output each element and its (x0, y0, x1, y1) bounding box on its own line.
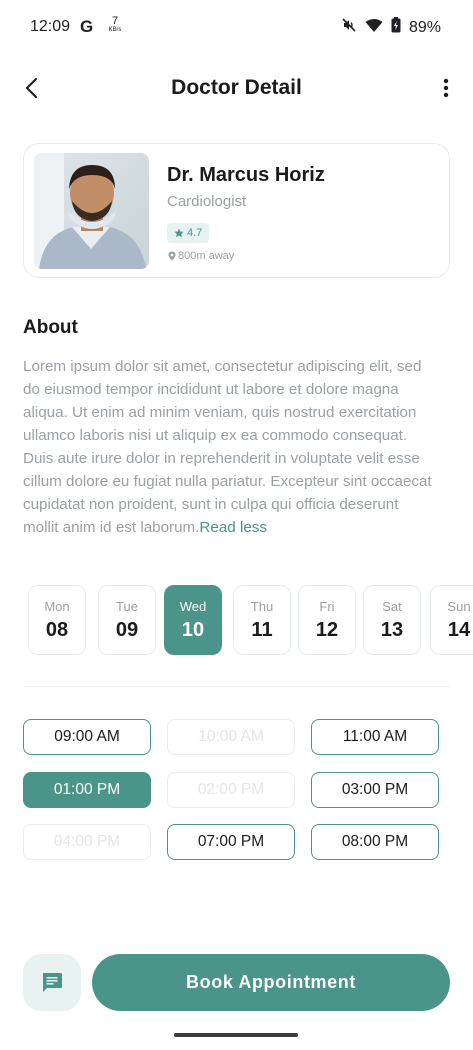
network-speed-value: 7 (111, 15, 119, 27)
star-icon (174, 228, 184, 238)
date-selector: Mon 08 Tue 09 Wed 10 Thu 11 Fri 12 Sat 1… (28, 585, 473, 655)
day-chip[interactable]: Mon 08 (28, 585, 86, 655)
day-chip[interactable]: Sat 13 (363, 585, 421, 655)
day-chip[interactable]: Fri 12 (298, 585, 356, 655)
time-slot[interactable]: 07:00 PM (167, 824, 295, 860)
day-date: 10 (181, 619, 205, 641)
doctor-photo (34, 153, 149, 269)
read-less-link[interactable]: Read less (199, 519, 267, 536)
day-chip[interactable]: Wed 10 (164, 585, 222, 655)
day-chip[interactable]: Tue 09 (98, 585, 156, 655)
google-icon: G (80, 17, 94, 36)
day-date: 08 (45, 619, 69, 641)
day-name: Sun (447, 599, 471, 614)
day-date: 12 (315, 619, 339, 641)
chat-icon (43, 973, 62, 992)
day-name: Tue (116, 599, 138, 614)
time-slot: 02:00 PM (167, 772, 295, 808)
chat-button[interactable] (23, 954, 81, 1011)
divider (23, 686, 450, 687)
more-options-button[interactable] (439, 76, 453, 100)
day-name: Sat (382, 599, 402, 614)
battery-percent: 89% (408, 18, 441, 36)
battery-icon (391, 17, 401, 38)
day-name: Fri (319, 599, 335, 614)
app-bar: Doctor Detail (0, 66, 473, 112)
day-chip[interactable]: Sun 14 (430, 585, 473, 655)
time-slot: 10:00 AM (167, 719, 295, 755)
about-body: Lorem ipsum dolor sit amet, consectetur … (23, 358, 432, 536)
doctor-card: Dr. Marcus Horiz Cardiologist 4.7 800m a… (23, 143, 450, 278)
doctor-name: Dr. Marcus Horiz (167, 164, 325, 186)
distance: 800m away (168, 250, 234, 262)
day-date: 11 (251, 619, 273, 641)
day-chip[interactable]: Thu 11 (233, 585, 291, 655)
time-slot[interactable]: 03:00 PM (311, 772, 439, 808)
more-vert-icon (443, 78, 449, 98)
time-slot[interactable]: 11:00 AM (311, 719, 439, 755)
status-bar: 12:09 G 7 KB/s 89% (0, 0, 473, 56)
day-date: 09 (115, 619, 139, 641)
mute-icon (341, 17, 357, 38)
network-speed-unit: KB/s (108, 27, 122, 33)
about-text: Lorem ipsum dolor sit amet, consectetur … (23, 355, 438, 539)
day-name: Mon (44, 599, 70, 614)
book-appointment-button[interactable]: Book Appointment (92, 954, 450, 1011)
rating-value: 4.7 (187, 227, 203, 239)
status-indicators: 89% (341, 17, 441, 38)
home-indicator[interactable] (174, 1033, 298, 1037)
distance-text: 800m away (178, 250, 235, 262)
status-time: 12:09 (30, 18, 71, 35)
doctor-specialty: Cardiologist (167, 193, 247, 210)
time-slot[interactable]: 08:00 PM (311, 824, 439, 860)
day-name: Thu (250, 599, 274, 614)
time-slot[interactable]: 01:00 PM (23, 772, 151, 808)
rating-badge: 4.7 (167, 223, 210, 243)
wifi-icon (365, 18, 383, 38)
time-slot: 04:00 PM (23, 824, 151, 860)
time-slot[interactable]: 09:00 AM (23, 719, 151, 755)
network-speed: 7 KB/s (104, 15, 126, 34)
day-date: 13 (380, 619, 404, 641)
day-name: Wed (179, 599, 207, 614)
day-date: 14 (447, 619, 471, 641)
page-title: Doctor Detail (171, 76, 302, 99)
about-title: About (23, 317, 78, 338)
location-pin-icon (168, 251, 176, 261)
